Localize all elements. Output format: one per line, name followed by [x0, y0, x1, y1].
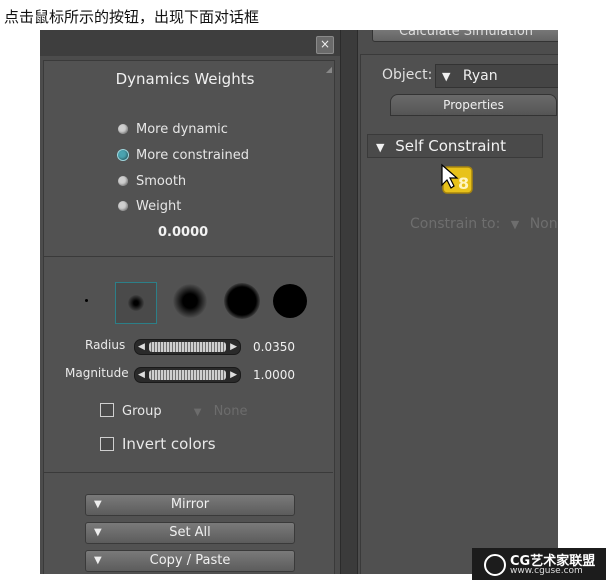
invert-colors-label: Invert colors — [122, 435, 216, 453]
mirror-button[interactable]: ▼ Mirror — [85, 494, 295, 516]
set-all-button[interactable]: ▼ Set All — [85, 522, 295, 544]
slider-right-icon[interactable]: ▶ — [230, 340, 237, 354]
slider-right-icon[interactable]: ▶ — [230, 368, 237, 382]
radio-weight[interactable]: Weight — [118, 199, 181, 217]
brush-tiny[interactable] — [85, 299, 88, 302]
magnitude-label: Magnitude — [65, 366, 129, 380]
constrain-to-value: None — [529, 216, 558, 232]
panel-splitter[interactable] — [340, 30, 358, 574]
magnitude-slider[interactable]: ◀ ▶ — [134, 367, 241, 383]
constrain-to-row[interactable]: Constrain to: ▼ None — [410, 216, 558, 232]
radius-slider[interactable]: ◀ ▶ — [134, 339, 241, 355]
divider — [43, 256, 333, 257]
divider — [43, 472, 333, 473]
copy-paste-label: Copy / Paste — [149, 553, 231, 568]
magnitude-value: 1.0000 — [253, 368, 295, 382]
logo-icon — [484, 554, 506, 576]
dynamics-weights-cursor-icon[interactable]: 8 — [440, 163, 474, 197]
radio-dot-icon — [118, 124, 128, 134]
triangle-down-icon: ▼ — [94, 527, 102, 538]
brush-medium[interactable] — [173, 284, 207, 318]
radio-dot-icon — [118, 201, 128, 211]
triangle-down-icon: ▼ — [94, 555, 102, 566]
radio-label: More constrained — [136, 148, 249, 163]
radio-more-constrained[interactable]: More constrained — [118, 148, 249, 166]
watermark-url: www.cguse.com — [510, 566, 583, 576]
radio-dot-selected-icon — [118, 150, 128, 160]
object-select[interactable]: ▼ Ryan — [435, 64, 558, 88]
group-value: None — [213, 404, 248, 419]
radius-label: Radius — [85, 338, 126, 352]
slider-left-icon[interactable]: ◀ — [138, 368, 145, 382]
copy-paste-button[interactable]: ▼ Copy / Paste — [85, 550, 295, 572]
self-constraint-header[interactable]: ▼ Self Constraint — [367, 134, 543, 158]
triangle-down-icon: ▼ — [510, 218, 520, 231]
app-screenshot: × ◢ Dynamics Weights More dynamic More c… — [40, 30, 558, 574]
radio-label: Weight — [136, 199, 182, 214]
watermark-logo: CG艺术家联盟 www.cguse.com — [472, 548, 606, 580]
slider-left-icon[interactable]: ◀ — [138, 340, 145, 354]
mirror-label: Mirror — [170, 497, 210, 512]
object-label: Object: — [382, 67, 433, 83]
close-button[interactable]: × — [316, 36, 334, 54]
brush-soft-icon — [128, 295, 144, 311]
triangle-down-icon: ▼ — [442, 70, 451, 83]
object-value: Ryan — [462, 68, 498, 84]
group-checkbox[interactable] — [100, 403, 114, 417]
radio-label: More dynamic — [136, 122, 228, 137]
constrain-to-label: Constrain to: — [410, 216, 501, 232]
group-label: Group — [122, 404, 162, 419]
chevron-down-icon: ▼ — [193, 407, 202, 418]
radius-value: 0.0350 — [253, 340, 295, 354]
self-constraint-label: Self Constraint — [395, 137, 506, 155]
dynamics-weights-dialog: × ◢ Dynamics Weights More dynamic More c… — [40, 30, 341, 574]
svg-text:8: 8 — [458, 174, 469, 193]
calculate-simulation-button[interactable]: Calculate Simulation — [372, 30, 558, 42]
radio-dot-icon — [118, 176, 128, 186]
dialog-titlebar — [40, 30, 340, 56]
triangle-down-icon: ▼ — [376, 141, 385, 154]
slider-track — [149, 370, 226, 380]
dialog-title: Dynamics Weights — [115, 70, 255, 88]
triangle-down-icon: ▼ — [94, 499, 102, 510]
radio-smooth[interactable]: Smooth — [118, 174, 186, 192]
brush-small-selected[interactable] — [115, 282, 157, 324]
properties-area — [360, 54, 558, 574]
invert-colors-checkbox[interactable] — [100, 437, 114, 451]
radio-label: Smooth — [136, 174, 187, 189]
group-checkbox-row[interactable]: Group ▼ None — [100, 403, 247, 419]
tab-properties[interactable]: Properties — [390, 94, 557, 116]
weight-value: 0.0000 — [158, 225, 209, 240]
brush-large[interactable] — [224, 283, 260, 319]
brush-hard[interactable] — [273, 284, 307, 318]
invert-colors-row[interactable]: Invert colors — [100, 435, 216, 453]
slider-track — [149, 342, 226, 352]
set-all-label: Set All — [169, 525, 211, 540]
caption-text: 点击鼠标所示的按钮，出现下面对话框 — [4, 8, 260, 26]
radio-more-dynamic[interactable]: More dynamic — [118, 122, 228, 140]
